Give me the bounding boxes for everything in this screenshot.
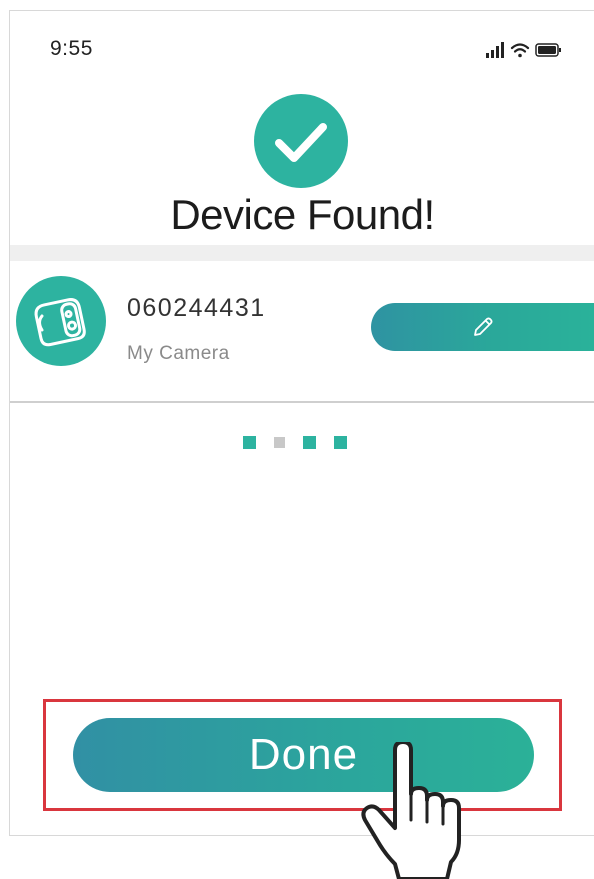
hand-pointer-icon	[361, 742, 461, 879]
device-id: 060244431	[127, 294, 266, 322]
section-divider	[10, 245, 594, 261]
status-icons	[486, 42, 561, 58]
check-circle-icon	[254, 94, 348, 188]
device-list-item: 060244431 My Camera	[10, 261, 594, 401]
row-divider	[10, 401, 594, 403]
page-title: Device Found!	[170, 191, 435, 238]
device-name: My Camera	[127, 343, 230, 364]
pagination-dots	[243, 436, 347, 450]
cellular-signal-icon	[486, 42, 504, 58]
pencil-icon	[474, 317, 493, 336]
done-button-label: Done	[248, 730, 359, 779]
pagination-dot-1	[243, 436, 256, 449]
wifi-icon	[510, 43, 530, 58]
pagination-dot-3	[303, 436, 316, 449]
tutorial-screenshot: 9:55 Device Found! 060244431 My Camera D…	[0, 0, 594, 879]
edit-device-name-button[interactable]	[371, 303, 594, 351]
pagination-dot-2	[274, 437, 285, 448]
battery-icon	[535, 43, 561, 57]
camera-icon	[16, 276, 106, 366]
status-time: 9:55	[50, 37, 93, 60]
pagination-dot-4	[334, 436, 347, 449]
